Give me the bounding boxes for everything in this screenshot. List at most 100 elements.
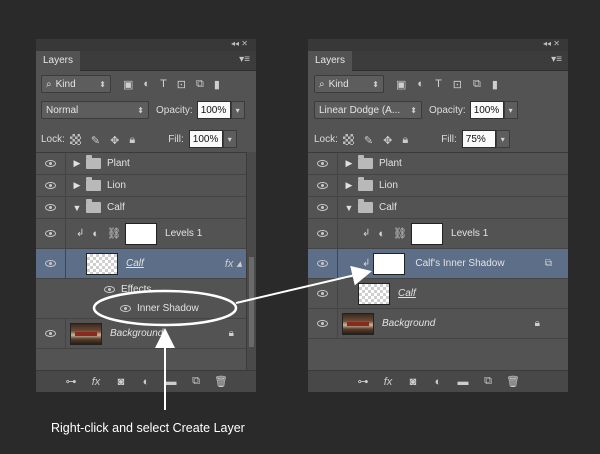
new-layer-icon[interactable]: ⧉ <box>189 375 203 388</box>
lock-position-icon[interactable]: ✥ <box>110 134 119 147</box>
layer-row-background[interactable]: Background 🔒︎ <box>36 319 246 349</box>
lock-all-icon[interactable]: 🔒︎ <box>129 134 135 146</box>
add-style-icon[interactable]: fx <box>381 376 395 388</box>
shape-filter-icon[interactable]: ⊡ <box>453 78 462 91</box>
new-group-icon[interactable]: ▬ <box>164 376 178 388</box>
visibility-eye-icon[interactable] <box>45 260 56 267</box>
new-adjustment-icon[interactable]: ◐ <box>431 376 445 388</box>
layer-mask-thumbnail[interactable] <box>125 222 158 245</box>
layer-row-lion[interactable]: ▶ Lion <box>308 175 568 197</box>
visibility-eye-icon[interactable] <box>45 204 56 211</box>
layer-effects-row[interactable]: Effects <box>36 279 246 299</box>
visibility-eye-icon[interactable] <box>317 204 328 211</box>
visibility-eye-icon[interactable] <box>317 260 328 267</box>
fill-dropdown[interactable]: ▾ <box>495 130 510 148</box>
layer-name: Plant <box>379 158 402 169</box>
image-filter-icon[interactable]: ▣ <box>396 78 406 91</box>
image-filter-icon[interactable]: ▣ <box>123 78 133 91</box>
layer-row-plant[interactable]: ▶ Plant <box>36 153 246 175</box>
tab-layers[interactable]: Layers <box>308 51 353 71</box>
layer-mask-thumbnail[interactable] <box>411 222 444 245</box>
new-group-icon[interactable]: ▬ <box>456 376 470 388</box>
collapse-triangle-icon[interactable]: ▼ <box>343 203 355 213</box>
visibility-eye-icon[interactable] <box>317 290 328 297</box>
trash-icon[interactable]: 🗑︎ <box>506 376 520 388</box>
expand-triangle-icon[interactable]: ▶ <box>343 158 355 169</box>
smart-object-filter-icon[interactable]: ⧉ <box>473 78 481 91</box>
filter-kind-select[interactable]: ⌕ Kind ⬍ <box>41 75 111 93</box>
layer-thumbnail[interactable] <box>373 252 406 275</box>
tab-layers[interactable]: Layers <box>36 51 81 71</box>
visibility-eye-icon[interactable] <box>317 160 328 167</box>
opacity-field[interactable]: 100% <box>469 101 504 119</box>
link-chain-icon[interactable]: ⛓ <box>393 227 407 240</box>
fill-dropdown[interactable]: ▾ <box>222 130 237 148</box>
layer-row-plant[interactable]: ▶ Plant <box>308 153 568 175</box>
fill-field[interactable]: 100% <box>188 130 223 148</box>
opacity-dropdown[interactable]: ▾ <box>503 101 518 119</box>
expand-triangle-icon[interactable]: ▶ <box>343 180 355 191</box>
visibility-eye-icon[interactable] <box>120 305 131 312</box>
trash-icon[interactable]: 🗑︎ <box>214 376 228 388</box>
link-chain-icon[interactable]: ⛓ <box>107 227 121 240</box>
visibility-eye-icon[interactable] <box>317 182 328 189</box>
fill-field[interactable]: 75% <box>461 130 496 148</box>
layer-thumbnail[interactable] <box>70 322 102 345</box>
panel-menu-icon[interactable]: ▾≡ <box>551 54 562 65</box>
add-style-icon[interactable]: fx <box>89 376 103 388</box>
blend-mode-select[interactable]: Linear Dodge (A... ⬍ <box>314 101 422 119</box>
expand-triangle-icon[interactable]: ▶ <box>71 158 83 169</box>
smart-object-filter-icon[interactable]: ⧉ <box>196 78 204 91</box>
type-filter-icon[interactable]: T <box>435 78 442 90</box>
layer-row-calf[interactable]: Calf <box>308 279 568 309</box>
panel-menu-icon[interactable]: ▾≡ <box>239 54 250 65</box>
visibility-eye-icon[interactable] <box>45 160 56 167</box>
layer-row-calf[interactable]: Calf fx ▴ <box>36 249 246 279</box>
link-layers-icon[interactable]: ⊶ <box>356 376 370 388</box>
visibility-eye-icon[interactable] <box>45 182 56 189</box>
visibility-eye-icon[interactable] <box>104 285 115 293</box>
adjustment-filter-icon[interactable]: ◐ <box>143 78 150 90</box>
layer-row-background[interactable]: Background 🔒︎ <box>308 309 568 339</box>
layer-row-calf-group[interactable]: ▼ Calf <box>36 197 246 219</box>
lock-pixels-icon[interactable]: ✎ <box>364 134 373 147</box>
layer-thumbnail[interactable] <box>86 252 118 275</box>
scrollbar[interactable] <box>246 152 256 370</box>
layer-row-calf-group[interactable]: ▼ Calf <box>308 197 568 219</box>
layer-effect-inner-shadow[interactable]: Inner Shadow <box>36 299 246 319</box>
lock-all-icon[interactable]: 🔒︎ <box>402 134 408 146</box>
collapse-icon[interactable]: ◂◂ ✕ <box>231 39 248 48</box>
new-layer-icon[interactable]: ⧉ <box>481 375 495 388</box>
visibility-eye-icon[interactable] <box>45 330 56 337</box>
lock-position-icon[interactable]: ✥ <box>383 134 392 147</box>
shape-filter-icon[interactable]: ⊡ <box>177 78 186 91</box>
add-mask-icon[interactable]: ◙ <box>406 376 420 388</box>
visibility-eye-icon[interactable] <box>317 230 328 237</box>
opacity-field[interactable]: 100% <box>196 101 231 119</box>
layer-row-lion[interactable]: ▶ Lion <box>36 175 246 197</box>
collapse-triangle-icon[interactable]: ▼ <box>71 203 83 213</box>
filter-toggle-icon[interactable]: ▮ <box>214 78 220 91</box>
new-adjustment-icon[interactable]: ◐ <box>139 376 153 388</box>
link-layers-icon[interactable]: ⊶ <box>64 376 78 388</box>
layer-row-levels[interactable]: ↲ ◐ ⛓ Levels 1 <box>36 219 246 249</box>
visibility-eye-icon[interactable] <box>317 320 328 327</box>
adjustment-filter-icon[interactable]: ◐ <box>417 78 424 90</box>
layer-row-levels[interactable]: ↲ ◐ ⛓ Levels 1 <box>308 219 568 249</box>
layer-row-inner-shadow[interactable]: ↲ Calf's Inner Shadow ⧉ <box>308 249 568 279</box>
lock-pixels-icon[interactable]: ✎ <box>91 134 100 147</box>
opacity-dropdown[interactable]: ▾ <box>230 101 245 119</box>
type-filter-icon[interactable]: T <box>160 78 167 90</box>
visibility-eye-icon[interactable] <box>45 230 56 237</box>
lock-transparency-icon[interactable] <box>342 133 354 145</box>
layer-thumbnail[interactable] <box>358 282 390 305</box>
filter-toggle-icon[interactable]: ▮ <box>492 78 498 91</box>
collapse-icon[interactable]: ◂◂ ✕ <box>543 39 560 48</box>
fx-icon[interactable]: fx ▴ <box>225 257 242 270</box>
layer-thumbnail[interactable] <box>342 312 374 335</box>
filter-kind-select[interactable]: ⌕ Kind ⬍ <box>314 75 384 93</box>
add-mask-icon[interactable]: ◙ <box>114 376 128 388</box>
lock-transparency-icon[interactable] <box>69 133 81 145</box>
blend-mode-select[interactable]: Normal ⬍ <box>41 101 149 119</box>
expand-triangle-icon[interactable]: ▶ <box>71 180 83 191</box>
